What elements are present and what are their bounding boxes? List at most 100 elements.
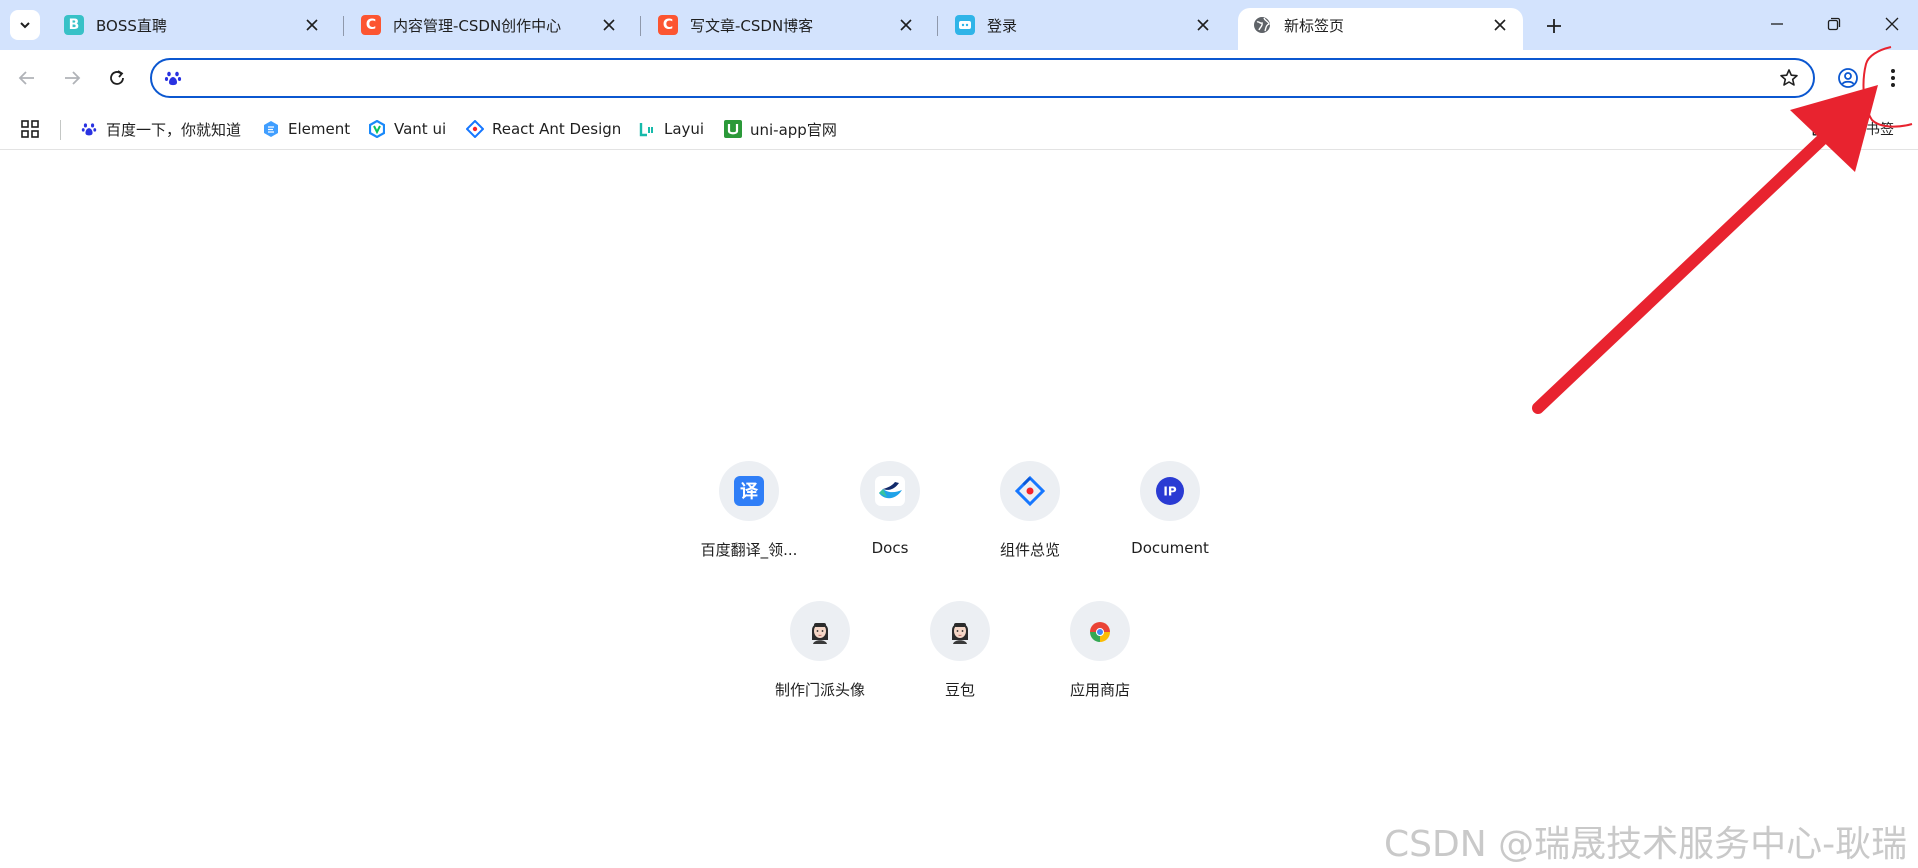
shortcut-label: 豆包: [944, 681, 975, 699]
bookmark-label: Element: [288, 120, 351, 138]
kebab-menu-icon: [1891, 69, 1895, 87]
profile-button[interactable]: [1831, 61, 1865, 95]
baidu-paw-icon: [80, 120, 98, 138]
bookmark-label: 百度一下，你就知道: [106, 120, 242, 139]
back-arrow-icon: [18, 71, 34, 85]
shortcut-docs[interactable]: Docs: [825, 461, 955, 557]
forward-arrow-icon: [65, 71, 81, 85]
bookmarks-divider: [60, 120, 61, 140]
close-icon[interactable]: [1491, 16, 1509, 34]
shortcut-sect-avatar[interactable]: 制作门派头像: [755, 601, 885, 700]
watermark-text: CSDN @瑞晟技术服务中心-耿瑞: [1384, 824, 1908, 865]
shortcut-icon-circle: [930, 601, 990, 661]
globe-icon: [1252, 15, 1272, 35]
bookmark-label: Vant ui: [394, 120, 447, 138]
close-window-button[interactable]: [1872, 10, 1912, 38]
shortcut-label: Docs: [871, 539, 909, 557]
shortcut-label: 百度翻译_领...: [700, 541, 798, 559]
profile-icon: [1838, 68, 1858, 88]
close-icon: [1885, 17, 1899, 31]
boss-favicon: B: [64, 15, 84, 35]
chevron-down-icon: [20, 22, 30, 29]
close-icon[interactable]: [1194, 16, 1212, 34]
reload-button[interactable]: [100, 61, 134, 95]
address-input[interactable]: [188, 62, 1779, 94]
all-bookmarks-folder[interactable]: 所有书签: [1812, 117, 1894, 141]
close-icon[interactable]: [897, 16, 915, 34]
shortcut-icon-circle: IP: [1140, 461, 1200, 521]
forward-button[interactable]: [55, 61, 89, 95]
csdn-favicon: C: [361, 15, 381, 35]
folder-icon: [1812, 120, 1830, 138]
tab-separator: [937, 16, 938, 36]
shortcut-web-store[interactable]: 应用商店: [1035, 601, 1165, 700]
layui-icon: [638, 120, 656, 138]
new-tab-button[interactable]: [1540, 12, 1568, 40]
docs-icon: [875, 476, 905, 506]
bookmark-label: uni-app官网: [750, 120, 837, 139]
shortcut-label: 应用商店: [1069, 681, 1130, 699]
chrome-webstore-icon: [1090, 622, 1110, 642]
tab-title: 内容管理-CSDN创作中心: [393, 16, 562, 35]
tab-search-button[interactable]: [10, 10, 40, 40]
shortcut-document[interactable]: IP Document: [1105, 461, 1235, 557]
ip-icon: IP: [1156, 477, 1184, 505]
minimize-button[interactable]: [1757, 10, 1797, 38]
tab-login[interactable]: 登录: [941, 8, 1226, 42]
uniapp-icon: [724, 120, 742, 138]
svg-text:IP: IP: [1163, 485, 1176, 499]
bookmark-vant[interactable]: Vant ui: [368, 117, 446, 141]
bookmark-star-icon[interactable]: [1779, 68, 1799, 88]
tab-csdn-write[interactable]: C 写文章-CSDN博客: [644, 8, 929, 42]
shortcut-icon-circle: 译: [719, 461, 779, 521]
shortcut-baidu-translate[interactable]: 译 百度翻译_领...: [684, 461, 814, 560]
tab-strip: B BOSS直聘 C 内容管理-CSDN创作中心 C 写文章-CSDN博客 登录…: [0, 0, 1918, 50]
apps-grid-icon: [21, 120, 39, 138]
browser-menu-button[interactable]: [1876, 61, 1910, 95]
bookmark-uniapp[interactable]: uni-app官网: [724, 117, 837, 141]
ant-design-icon: [1015, 476, 1045, 506]
tab-title: 登录: [987, 16, 1018, 35]
baidu-translate-icon: 译: [734, 476, 764, 506]
avatar-icon: [952, 623, 968, 644]
shortcut-icon-circle: [860, 461, 920, 521]
tab-separator: [343, 16, 344, 36]
bookmark-label: Layui: [664, 120, 705, 138]
shortcut-label: 制作门派头像: [774, 681, 865, 699]
avatar-icon: [812, 623, 828, 644]
address-bar[interactable]: [150, 58, 1815, 98]
close-icon[interactable]: [600, 16, 618, 34]
ant-design-icon: [466, 120, 484, 138]
bookmark-ant-design[interactable]: React Ant Design: [466, 117, 621, 141]
back-button[interactable]: [10, 61, 44, 95]
shortcut-icon-circle: [790, 601, 850, 661]
bookmark-baidu[interactable]: 百度一下，你就知道: [80, 117, 241, 141]
browser-toolbar: [0, 50, 1918, 108]
vant-icon: [368, 120, 386, 138]
tab-boss[interactable]: B BOSS直聘: [50, 8, 335, 42]
baidu-paw-icon: [164, 69, 182, 87]
tab-title: 新标签页: [1284, 16, 1345, 35]
bookmark-element[interactable]: Element: [262, 117, 350, 141]
minimize-icon: [1771, 23, 1783, 25]
bookmark-label: React Ant Design: [492, 120, 622, 138]
tab-title: 写文章-CSDN博客: [690, 16, 814, 35]
bookmark-label: 所有书签: [1838, 122, 1894, 138]
shortcut-components[interactable]: 组件总览: [965, 461, 1095, 560]
csdn-favicon: C: [658, 15, 678, 35]
tab-separator: [640, 16, 641, 36]
svg-text:译: 译: [740, 482, 759, 503]
shortcut-label: Document: [1131, 539, 1209, 557]
bookmark-layui[interactable]: Layui: [638, 117, 704, 141]
element-icon: [262, 120, 280, 138]
shortcut-doubao[interactable]: 豆包: [895, 601, 1025, 700]
tab-new-tab[interactable]: 新标签页: [1238, 8, 1523, 50]
plus-icon: [1547, 19, 1561, 33]
login-favicon: [955, 15, 975, 35]
restore-button[interactable]: [1814, 10, 1854, 38]
apps-button[interactable]: [20, 117, 40, 141]
reload-icon: [110, 70, 124, 85]
close-icon[interactable]: [303, 16, 321, 34]
tab-title: BOSS直聘: [96, 16, 167, 35]
tab-csdn-content[interactable]: C 内容管理-CSDN创作中心: [347, 8, 632, 42]
